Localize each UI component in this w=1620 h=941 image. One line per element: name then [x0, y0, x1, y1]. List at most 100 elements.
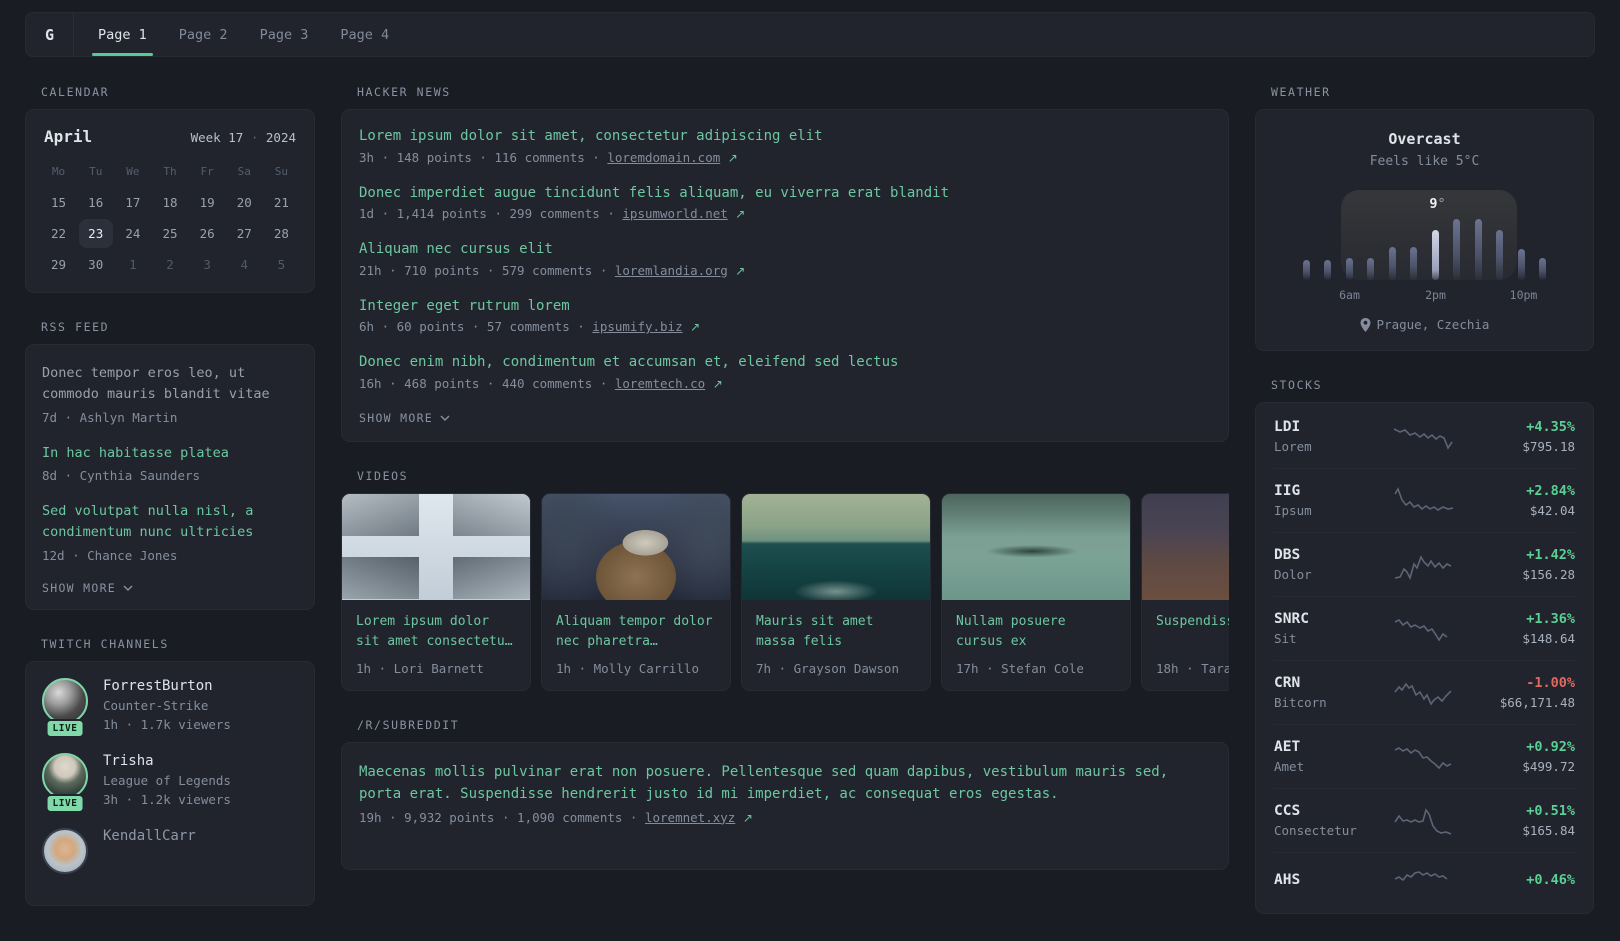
stock-change: -1.00%: [1526, 675, 1575, 691]
video-body: Nullam posuere cursus ex 17h · Stefan Co…: [942, 600, 1130, 690]
hackernews-item-title[interactable]: Lorem ipsum dolor sit amet, consectetur …: [359, 128, 1211, 146]
twitch-channel-row[interactable]: KendallCarr: [42, 827, 298, 874]
hackernews-domain-link[interactable]: loremdomain.com: [607, 150, 720, 165]
weather-time-label: 10pm: [1509, 288, 1538, 302]
weather-bar: [1388, 247, 1396, 280]
video-thumbnail[interactable]: [942, 493, 1130, 600]
hackernews-domain-link[interactable]: loremlandia.org: [615, 263, 728, 278]
external-link-icon: ↗: [735, 263, 746, 278]
avatar: [42, 677, 88, 724]
tab-page-3[interactable]: Page 3: [244, 13, 325, 56]
top-nav: G Page 1 Page 2 Page 3 Page 4: [25, 12, 1595, 57]
calendar-year: 2024: [265, 130, 296, 145]
tab-page-4[interactable]: Page 4: [324, 13, 405, 56]
video-card[interactable]: Mauris sit amet massa felis 7h · Grayson…: [741, 492, 931, 691]
weather-current-temp: 9°: [1423, 196, 1453, 212]
stock-right: -1.00% $66,171.48: [1479, 675, 1575, 710]
stock-left: AET Amet: [1274, 739, 1370, 774]
weather-bar: [1367, 258, 1375, 280]
stock-change: +1.42%: [1526, 547, 1575, 563]
calendar-day: 5: [277, 257, 286, 272]
stock-right: +0.46%: [1479, 872, 1575, 892]
rss-item-meta: 12d · Chance Jones: [42, 547, 178, 563]
hackernews-item-title[interactable]: Donec enim nibh, condimentum et accumsan…: [359, 354, 1211, 372]
video-card[interactable]: Lorem ipsum dolor sit amet consectetu… 1…: [341, 492, 531, 691]
app-logo[interactable]: G: [26, 13, 74, 56]
twitch-channel-name[interactable]: KendallCarr: [103, 828, 196, 844]
calendar-heading: CALENDAR: [41, 85, 110, 99]
stock-row: AHS +0.46%: [1274, 852, 1575, 911]
hackernews-item-title[interactable]: Integer eget rutrum lorem: [359, 298, 1211, 316]
stock-sparkline: [1370, 422, 1479, 452]
twitch-channel-row[interactable]: LIVE ForrestBurton Counter-Strike 1h · 1…: [42, 677, 298, 738]
rss-show-more-button[interactable]: SHOW MORE: [42, 581, 133, 595]
rss-item-title[interactable]: In hac habitasse platea: [42, 443, 298, 464]
video-title[interactable]: Suspendisse diam: [1156, 612, 1229, 652]
rss-item-title[interactable]: Donec tempor eros leo, ut commodo mauris…: [42, 363, 298, 406]
calendar-grid: Mo Tu We Th Fr Sa Su 15 16 17 18 19 20 21 22 23 24 25 26 27…: [40, 156, 300, 280]
calendar-week-year: Week 17 · 2024: [191, 130, 296, 145]
rss-item-meta: 8d · Cynthia Saunders: [42, 467, 201, 483]
weather-bar: [1345, 258, 1353, 280]
hackernews-item-title[interactable]: Aliquam nec cursus elit: [359, 241, 1211, 259]
rss-item-title[interactable]: Sed volutpat nulla nisl, a condimentum n…: [42, 501, 298, 544]
video-body: Lorem ipsum dolor sit amet consectetu… 1…: [342, 600, 530, 690]
stock-row: CCS Consectetur +0.51% $165.84: [1274, 788, 1575, 852]
location-pin-icon: [1360, 317, 1371, 332]
hackernews-item: Integer eget rutrum lorem 6h · 60 points…: [359, 298, 1211, 335]
rss-item-meta: 7d · Ashlyn Martin: [42, 409, 178, 425]
weather-bar: [1410, 247, 1418, 280]
calendar-day: 18: [162, 195, 178, 210]
middle-column: HACKER NEWS Lorem ipsum dolor sit amet, …: [341, 83, 1229, 897]
subreddit-post: Maecenas mollis pulvinar erat non posuer…: [359, 761, 1211, 825]
rss-item: In hac habitasse platea 8d · Cynthia Sau…: [42, 443, 298, 483]
hackernews-domain-link[interactable]: ipsumworld.net: [622, 206, 727, 221]
twitch-channel-row[interactable]: LIVE Trisha League of Legends 3h · 1.2k …: [42, 752, 298, 813]
stock-price: $165.84: [1522, 823, 1575, 838]
stock-change: +1.36%: [1526, 611, 1575, 627]
rss-section: RSS FEED Donec tempor eros leo, ut commo…: [25, 320, 315, 610]
hackernews-domain-link[interactable]: ipsumify.biz: [592, 319, 682, 334]
video-card[interactable]: Aliquam tempor dolor nec pharetra… 1h · …: [541, 492, 731, 691]
hackernews-show-more-button[interactable]: SHOW MORE: [359, 411, 450, 425]
twitch-channel-game: Counter-Strike: [103, 697, 209, 713]
weather-bar: [1517, 249, 1525, 280]
video-title[interactable]: Lorem ipsum dolor sit amet consectetu…: [356, 612, 516, 652]
stock-row: SNRC Sit +1.36% $148.64: [1274, 596, 1575, 660]
twitch-channel-name[interactable]: Trisha: [103, 753, 231, 769]
stock-left: IIG Ipsum: [1274, 483, 1370, 518]
video-card[interactable]: Suspendisse diam 18h · Tara: [1141, 492, 1229, 691]
stock-symbol: CRN: [1274, 675, 1301, 691]
stock-right: +0.92% $499.72: [1479, 739, 1575, 774]
calendar-day: 20: [236, 195, 252, 210]
video-thumbnail[interactable]: [542, 493, 730, 600]
avatar: [42, 752, 88, 799]
calendar-day: 28: [273, 226, 289, 241]
twitch-channel-name[interactable]: ForrestBurton: [103, 678, 231, 694]
stock-sparkline: [1370, 678, 1479, 708]
hackernews-meta-text: 1d · 1,414 points · 299 comments ·: [359, 206, 623, 221]
rss-item: Donec tempor eros leo, ut commodo mauris…: [42, 363, 298, 425]
subreddit-post-title[interactable]: Maecenas mollis pulvinar erat non posuer…: [359, 761, 1211, 806]
video-thumbnail[interactable]: [1142, 493, 1229, 600]
weather-bar: [1496, 230, 1504, 280]
twitch-section: TWITCH CHANNELS LIVE ForrestBurton Count…: [25, 637, 315, 906]
calendar-day: 3: [203, 257, 211, 272]
video-title[interactable]: Mauris sit amet massa felis: [756, 612, 916, 652]
video-thumbnail[interactable]: [742, 493, 930, 600]
stock-change: +0.46%: [1526, 872, 1575, 888]
video-title[interactable]: Aliquam tempor dolor nec pharetra…: [556, 612, 716, 652]
video-card[interactable]: Nullam posuere cursus ex 17h · Stefan Co…: [941, 492, 1131, 691]
video-meta: 17h · Stefan Cole: [956, 660, 1084, 676]
hackernews-domain-link[interactable]: loremtech.co: [615, 376, 705, 391]
video-thumbnail[interactable]: [342, 493, 530, 600]
subreddit-domain-link[interactable]: loremnet.xyz: [645, 810, 735, 825]
tab-page-2[interactable]: Page 2: [163, 13, 244, 56]
video-title[interactable]: Nullam posuere cursus ex: [956, 612, 1116, 652]
stock-left: CCS Consectetur: [1274, 803, 1370, 838]
stock-price: $42.04: [1529, 503, 1575, 518]
tab-page-1[interactable]: Page 1: [82, 13, 163, 56]
twitch-avatar-wrap: LIVE: [42, 677, 90, 738]
show-more-label: SHOW MORE: [42, 580, 117, 595]
hackernews-item-title[interactable]: Donec imperdiet augue tincidunt felis al…: [359, 185, 1211, 203]
